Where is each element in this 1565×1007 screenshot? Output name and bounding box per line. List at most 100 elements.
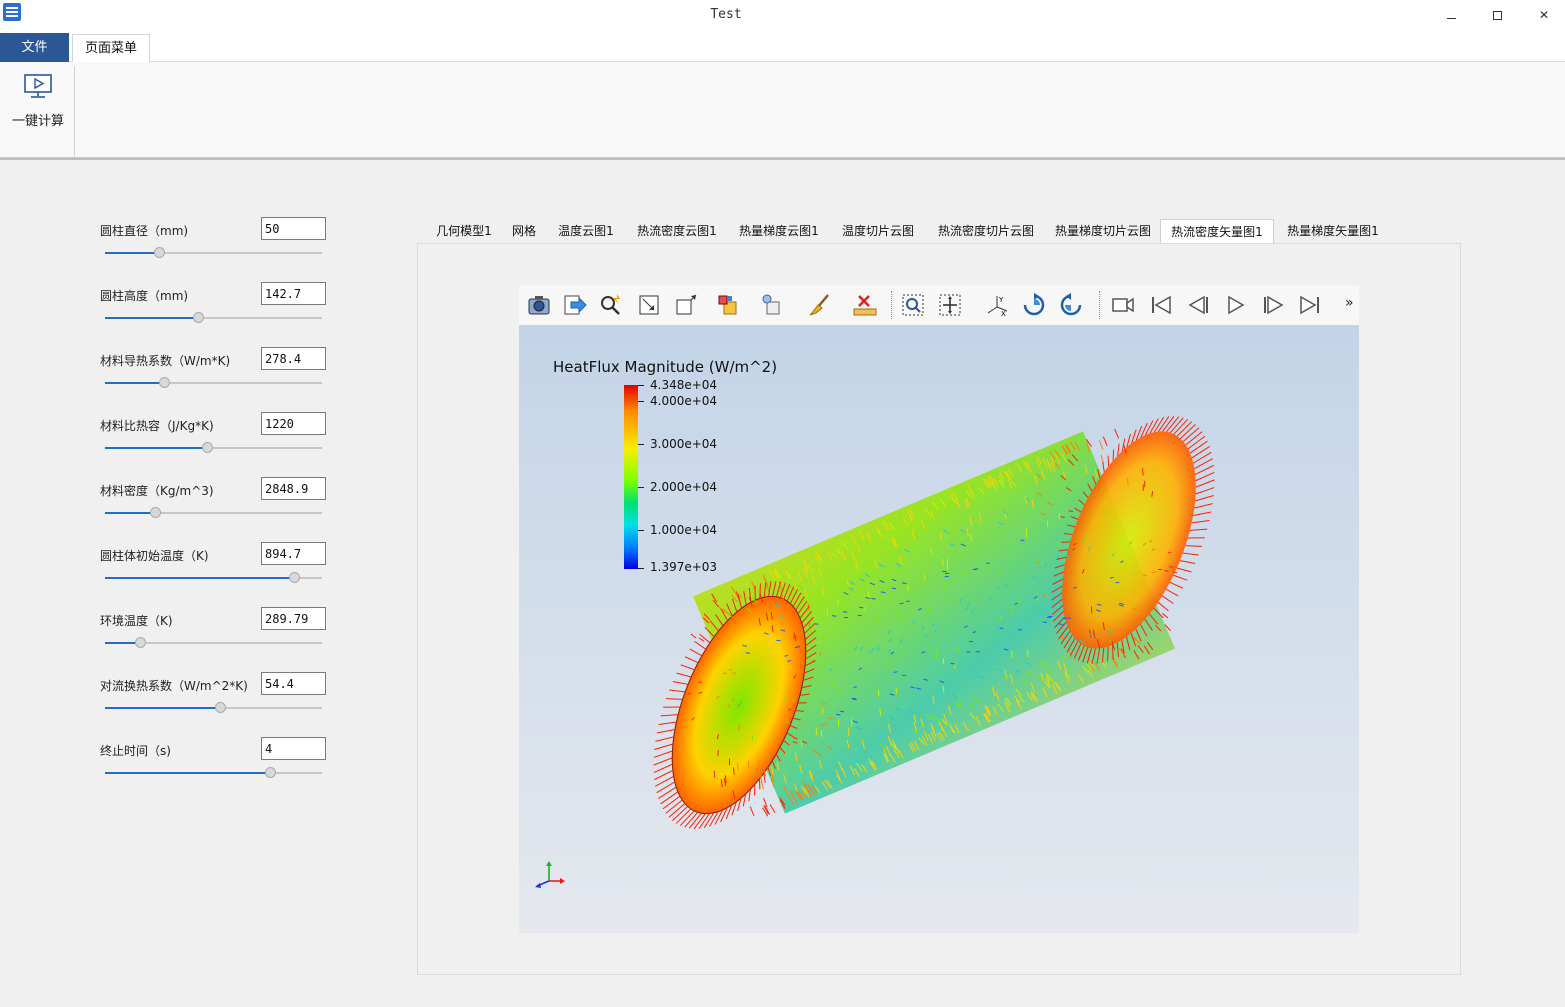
param-input[interactable]: [261, 737, 326, 760]
param-slider[interactable]: [105, 637, 322, 649]
result-tab[interactable]: 热流密度矢量图1: [1160, 219, 1274, 243]
legend-tick: [638, 401, 644, 402]
slider-fill: [105, 772, 270, 774]
result-tab[interactable]: 热流密度切片云图: [926, 219, 1046, 243]
fit-view-icon[interactable]: [637, 293, 661, 317]
slider-handle[interactable]: [215, 702, 226, 713]
heat-flux-arrow: [871, 597, 876, 600]
result-tab[interactable]: 热量梯度切片云图: [1046, 219, 1160, 243]
param-input[interactable]: [261, 412, 326, 435]
clear-brush-icon[interactable]: [808, 293, 832, 317]
cylinder-body: [653, 415, 1215, 830]
cap-flux-arrow: [1169, 581, 1184, 589]
display-style-icon[interactable]: [760, 293, 784, 317]
slider-handle[interactable]: [149, 507, 161, 518]
result-tab[interactable]: 网格: [502, 219, 546, 243]
video-camera-icon[interactable]: [1111, 293, 1135, 317]
result-tab[interactable]: 热量梯度云图1: [728, 219, 830, 243]
axes-orientation-icon[interactable]: YX: [985, 293, 1009, 317]
param-slider[interactable]: [105, 702, 322, 714]
cap-flux-arrow: [1192, 451, 1212, 464]
slider-handle[interactable]: [158, 377, 170, 388]
result-tab[interactable]: 温度云图1: [546, 219, 626, 243]
param-slider[interactable]: [105, 572, 322, 584]
heat-flux-arrow: [1114, 428, 1120, 439]
display-mode-icon[interactable]: [716, 293, 740, 317]
heat-flux-arrow: [751, 734, 754, 741]
result-tab[interactable]: 热量梯度矢量图1: [1278, 219, 1388, 243]
render-view[interactable]: HeatFlux Magnitude (W/m^2) 4.348e+04 4.0…: [519, 325, 1359, 933]
cylinder-vector-field: [653, 415, 1215, 830]
box-view-icon[interactable]: [674, 293, 698, 317]
param-slider[interactable]: [105, 377, 322, 389]
camera-icon[interactable]: [527, 293, 551, 317]
maximize-button[interactable]: [1477, 4, 1517, 26]
cap-flux-arrow: [759, 583, 761, 599]
param-slider[interactable]: [105, 767, 322, 779]
legend-tick: [638, 385, 644, 386]
slider-fill: [105, 382, 164, 384]
heat-flux-arrow: [899, 602, 904, 605]
cap-flux-arrow: [699, 633, 711, 644]
slider-handle[interactable]: [288, 572, 300, 583]
maximize-icon: [1492, 11, 1502, 20]
zoom-search-icon[interactable]: [599, 293, 623, 317]
last-frame-icon[interactable]: [1298, 293, 1322, 317]
first-frame-icon[interactable]: [1149, 293, 1173, 317]
param-input[interactable]: [261, 347, 326, 370]
cap-flux-arrow: [666, 698, 683, 700]
export-icon[interactable]: [563, 293, 587, 317]
next-frame-icon[interactable]: [1261, 293, 1285, 317]
slider-handle[interactable]: [201, 442, 213, 453]
cap-flux-arrow: [684, 656, 699, 664]
one-click-calc-button[interactable]: 一键计算: [6, 70, 70, 140]
play-icon[interactable]: [1224, 293, 1248, 317]
slider-handle[interactable]: [154, 247, 166, 258]
heat-flux-arrow: [957, 646, 960, 653]
param-input[interactable]: [261, 607, 326, 630]
param-slider[interactable]: [105, 442, 322, 454]
result-tabs: 几何模型1 网格 温度云图1 热流密度云图1 热量梯度云图1 温度切片云图 热流密度切片云图…: [418, 219, 1461, 243]
param-row: 圆柱高度（mm): [100, 282, 330, 342]
zoom-box-icon[interactable]: [901, 293, 925, 317]
ruler-delete-icon[interactable]: [853, 293, 877, 317]
slider-handle[interactable]: [134, 637, 146, 648]
heat-flux-arrow: [821, 703, 826, 705]
cap-flux-arrow: [689, 648, 703, 657]
heat-flux-arrow: [771, 625, 774, 633]
file-menu-tab[interactable]: 文件: [0, 33, 69, 62]
param-input[interactable]: [261, 672, 326, 695]
pan-icon[interactable]: [938, 293, 962, 317]
param-slider[interactable]: [105, 507, 322, 519]
result-tab[interactable]: 热流密度云图1: [626, 219, 728, 243]
result-tab[interactable]: 温度切片云图: [830, 219, 926, 243]
param-slider[interactable]: [105, 312, 322, 324]
cap-flux-arrow: [1179, 424, 1196, 439]
param-input[interactable]: [261, 217, 326, 240]
param-input[interactable]: [261, 282, 326, 305]
cap-flux-arrow: [1185, 545, 1202, 547]
slider-handle[interactable]: [264, 767, 276, 778]
param-label: 圆柱高度（mm): [100, 289, 189, 303]
close-button[interactable]: ✕: [1524, 4, 1564, 26]
rotate-ccw-icon[interactable]: [1059, 293, 1083, 317]
minimize-button[interactable]: [1431, 4, 1471, 26]
heat-flux-arrow: [975, 650, 980, 653]
cap-flux-arrow: [672, 681, 689, 685]
param-slider[interactable]: [105, 247, 322, 259]
cap-flux-arrow: [709, 811, 719, 827]
param-input[interactable]: [261, 542, 326, 565]
cap-flux-arrow: [668, 803, 686, 818]
cap-flux-arrow: [1185, 431, 1203, 446]
cap-flux-arrow: [653, 750, 673, 758]
param-input[interactable]: [261, 477, 326, 500]
more-tools-button[interactable]: »: [1345, 295, 1354, 311]
slider-handle[interactable]: [193, 312, 205, 323]
previous-frame-icon[interactable]: [1187, 293, 1211, 317]
rotate-cw-icon[interactable]: [1022, 293, 1046, 317]
result-tab[interactable]: 几何模型1: [426, 219, 502, 243]
param-label: 圆柱体初始温度（K): [100, 549, 209, 563]
heat-flux-arrow: [1102, 436, 1108, 447]
page-menu-tab[interactable]: 页面菜单: [72, 34, 150, 63]
cap-flux-arrow: [1157, 601, 1169, 612]
